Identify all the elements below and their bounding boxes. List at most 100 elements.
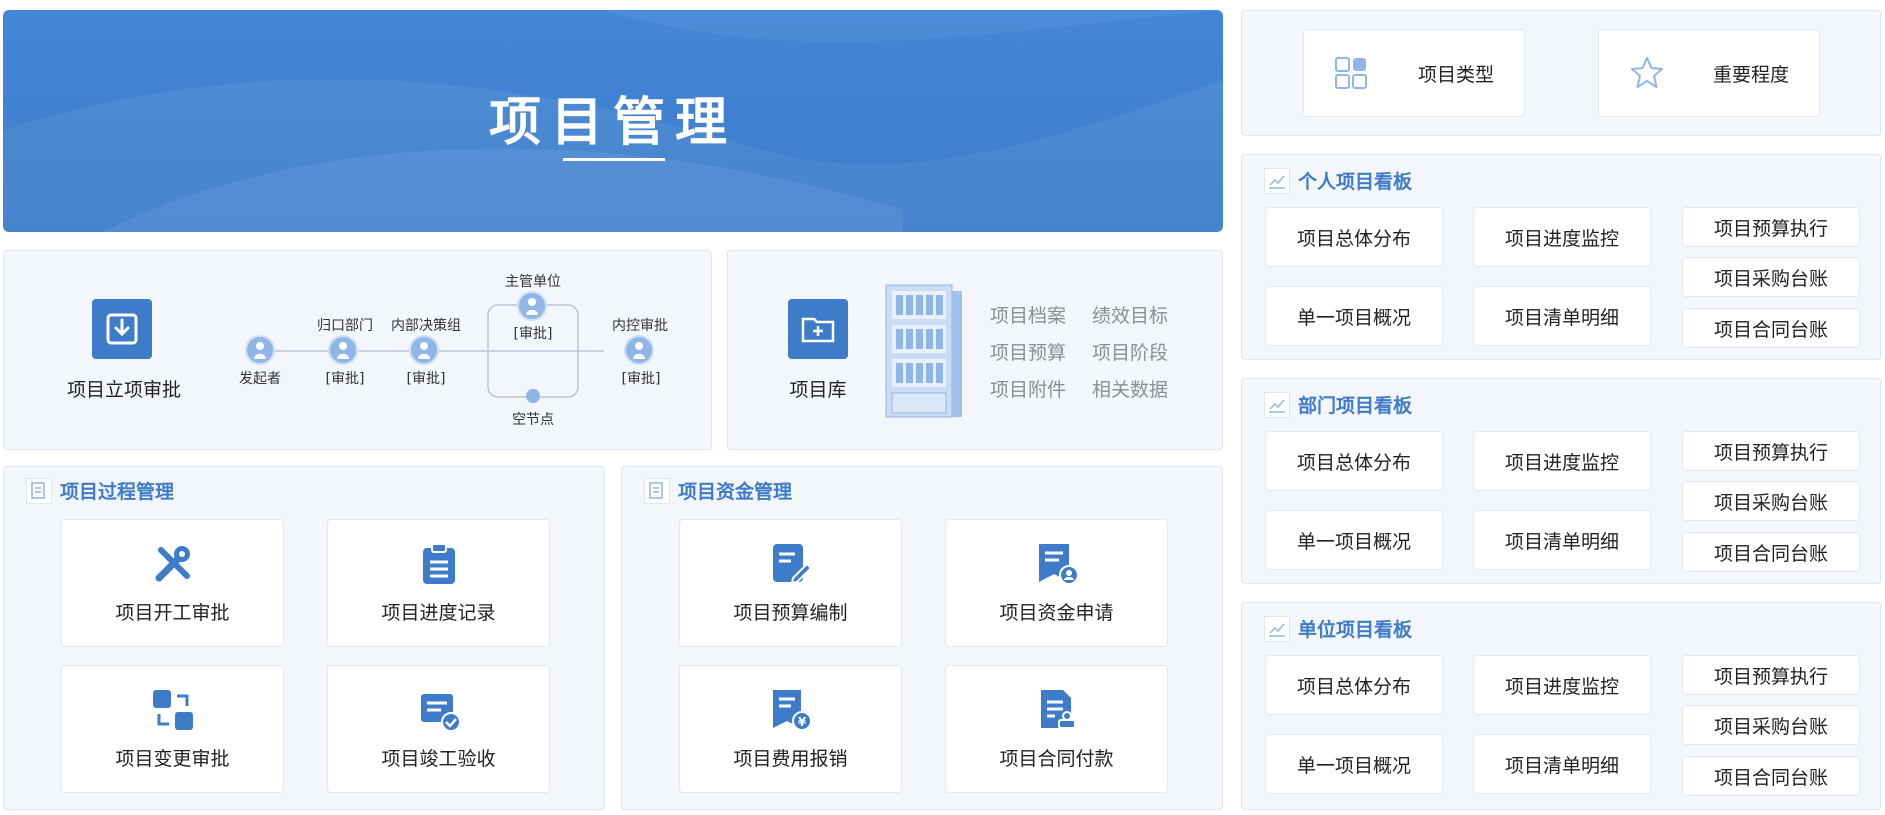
board-button-label: 项目预算执行 <box>1713 441 1828 464</box>
grid-icon <box>1335 57 1367 89</box>
board-button[interactable]: 项目合同台账 <box>1682 756 1860 796</box>
board-button-label: 项目清单明细 <box>1504 530 1619 553</box>
committee-avatar-icon <box>409 335 439 365</box>
card-label: 项目资金申请 <box>999 601 1114 624</box>
board-button-label: 项目总体分布 <box>1296 451 1411 474</box>
board-button[interactable]: 项目采购台账 <box>1682 705 1860 745</box>
board-title: 单位项目看板 <box>1264 615 1412 642</box>
approval-panel: 项目立项审批 发起者 归口部门 [审批] 内部决策组 [审批] 主管单位 [审批… <box>3 250 712 450</box>
board-button[interactable]: 单一项目概况 <box>1265 734 1443 794</box>
library-tag[interactable]: 相关数据 <box>1092 375 1168 402</box>
board-title: 部门项目看板 <box>1264 391 1412 418</box>
funds-panel: 项目资金管理 项目预算编制 项目资金申请 ¥ 项目费用报销 项目合同付款 <box>621 466 1223 810</box>
board-button-label: 单一项目概况 <box>1296 754 1411 777</box>
library-label: 项目库 <box>789 379 847 401</box>
progress-record-card[interactable]: 项目进度记录 <box>327 519 550 647</box>
board-button[interactable]: 项目进度监控 <box>1473 207 1651 267</box>
importance-label: 重要程度 <box>1713 63 1790 86</box>
funds-section-title: 项目资金管理 <box>644 477 792 504</box>
board-button[interactable]: 项目预算执行 <box>1682 207 1860 247</box>
board-button[interactable]: 项目预算执行 <box>1682 431 1860 471</box>
board-button-label: 项目采购台账 <box>1713 715 1828 738</box>
process-title: 项目过程管理 <box>60 481 175 503</box>
clipboard-icon <box>422 542 455 584</box>
yuan-receipt-icon: ¥ <box>772 689 812 731</box>
chart-icon <box>1264 615 1290 642</box>
process-section-title: 项目过程管理 <box>26 477 174 504</box>
process-panel: 项目过程管理 项目开工审批 项目进度记录 项目变更审批 项目竣工验收 <box>3 466 605 810</box>
banner: 项目管理 <box>3 10 1223 232</box>
board-button[interactable]: 项目清单明细 <box>1473 286 1651 346</box>
flow-dept: 归口部门 <box>317 318 373 334</box>
library-tag[interactable]: 项目预算 <box>990 338 1066 365</box>
flow-supervisor: 主管单位 <box>505 274 561 290</box>
star-icon <box>1631 57 1663 88</box>
board-button[interactable]: 单一项目概况 <box>1265 286 1443 346</box>
library-entry[interactable]: 项目库 <box>768 299 868 409</box>
library-tag[interactable]: 绩效目标 <box>1092 301 1168 328</box>
library-tag[interactable]: 项目阶段 <box>1092 338 1168 365</box>
board-button-label: 单一项目概况 <box>1296 306 1411 329</box>
project-type-button[interactable]: 项目类型 <box>1303 29 1525 117</box>
card-label: 项目合同付款 <box>999 747 1114 770</box>
exchange-icon <box>152 689 193 730</box>
flow-dept-tag: [审批] <box>325 371 365 387</box>
board-button-label: 项目总体分布 <box>1296 675 1411 698</box>
board-button[interactable]: 项目清单明细 <box>1473 734 1651 794</box>
funds-title: 项目资金管理 <box>678 481 793 503</box>
chart-icon <box>1264 167 1290 194</box>
importance-button[interactable]: 重要程度 <box>1598 29 1820 117</box>
board-button[interactable]: 单一项目概况 <box>1265 510 1443 570</box>
board-button[interactable]: 项目采购台账 <box>1682 481 1860 521</box>
budget-compile-card[interactable]: 项目预算编制 <box>679 519 902 647</box>
archive-cabinet-icon <box>885 284 962 418</box>
card-label: 项目开工审批 <box>115 601 230 624</box>
board-button[interactable]: 项目进度监控 <box>1473 655 1651 715</box>
board-button[interactable]: 项目总体分布 <box>1265 655 1443 715</box>
card-label: 项目预算编制 <box>733 601 848 624</box>
completion-acceptance-card[interactable]: 项目竣工验收 <box>327 665 550 793</box>
svg-text:¥: ¥ <box>797 715 806 729</box>
board-button[interactable]: 项目合同台账 <box>1682 308 1860 348</box>
board-button-label: 项目进度监控 <box>1504 227 1619 250</box>
title-underline <box>563 158 665 161</box>
board-button-label: 项目合同台账 <box>1713 766 1828 789</box>
board-button-label: 项目清单明细 <box>1504 754 1619 777</box>
project-type-label: 项目类型 <box>1418 63 1495 86</box>
board-button[interactable]: 项目总体分布 <box>1265 431 1443 491</box>
board-button[interactable]: 项目合同台账 <box>1682 532 1860 572</box>
board-button-label: 项目总体分布 <box>1296 227 1411 250</box>
chart-icon <box>1264 391 1290 418</box>
board-button[interactable]: 项目采购台账 <box>1682 257 1860 297</box>
card-label: 项目变更审批 <box>115 747 230 770</box>
supervisor-avatar-icon <box>517 291 547 321</box>
contract-payment-card[interactable]: 项目合同付款 <box>945 665 1168 793</box>
board-button-label: 项目预算执行 <box>1713 217 1828 240</box>
board-button-label: 项目进度监控 <box>1504 451 1619 474</box>
filter-panel: 项目类型 重要程度 <box>1241 10 1881 136</box>
card-label: 项目费用报销 <box>733 747 848 770</box>
dept-avatar-icon <box>328 335 358 365</box>
card-label: 项目进度记录 <box>381 601 496 624</box>
change-approval-card[interactable]: 项目变更审批 <box>61 665 284 793</box>
flow-control: 内控审批 <box>612 318 668 334</box>
board-button[interactable]: 项目总体分布 <box>1265 207 1443 267</box>
library-tag[interactable]: 项目档案 <box>990 301 1066 328</box>
board-button-label: 项目合同台账 <box>1713 542 1828 565</box>
flow-initiator: 发起者 <box>239 371 281 387</box>
board-button[interactable]: 项目清单明细 <box>1473 510 1651 570</box>
board-button[interactable]: 项目预算执行 <box>1682 655 1860 695</box>
board-button-label: 项目采购台账 <box>1713 491 1828 514</box>
start-approval-card[interactable]: 项目开工审批 <box>61 519 284 647</box>
board-button[interactable]: 项目进度监控 <box>1473 431 1651 491</box>
expense-reimburse-card[interactable]: ¥ 项目费用报销 <box>679 665 902 793</box>
personal-board-panel: 个人项目看板 项目总体分布 项目进度监控 项目预算执行 项目采购台账 单一项目概… <box>1241 154 1881 360</box>
library-tag[interactable]: 项目附件 <box>990 375 1066 402</box>
flow-empty-node: 空节点 <box>512 412 554 428</box>
board-title-text: 单位项目看板 <box>1298 619 1413 641</box>
page-title: 项目管理 <box>488 93 737 153</box>
board-title-text: 个人项目看板 <box>1298 171 1413 193</box>
acceptance-icon <box>420 693 461 732</box>
flow-supervisor-tag: [审批] <box>513 326 553 342</box>
fund-request-card[interactable]: 项目资金申请 <box>945 519 1168 647</box>
